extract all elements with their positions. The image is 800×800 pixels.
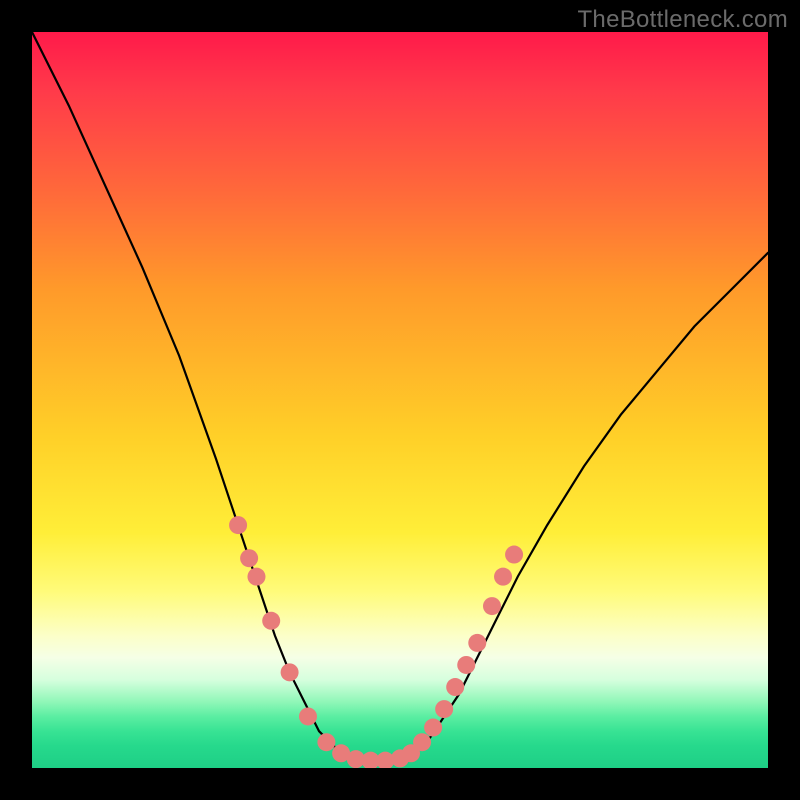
- curve-marker: [281, 663, 299, 681]
- curve-marker: [299, 707, 317, 725]
- watermark-label: TheBottleneck.com: [577, 6, 788, 34]
- chart-svg-layer: [32, 32, 768, 768]
- curve-marker: [240, 549, 258, 567]
- bottleneck-curve: [32, 32, 768, 761]
- curve-marker: [457, 656, 475, 674]
- curve-marker: [413, 733, 431, 751]
- curve-markers-group: [229, 516, 523, 768]
- chart-area: [32, 32, 768, 768]
- curve-marker: [262, 612, 280, 630]
- curve-marker: [505, 546, 523, 564]
- curve-marker: [435, 700, 453, 718]
- curve-marker: [317, 733, 335, 751]
- curve-marker: [483, 597, 501, 615]
- curve-marker: [229, 516, 247, 534]
- curve-marker: [247, 568, 265, 586]
- curve-marker: [446, 678, 464, 696]
- curve-marker: [494, 568, 512, 586]
- curve-marker: [424, 719, 442, 737]
- curve-marker: [468, 634, 486, 652]
